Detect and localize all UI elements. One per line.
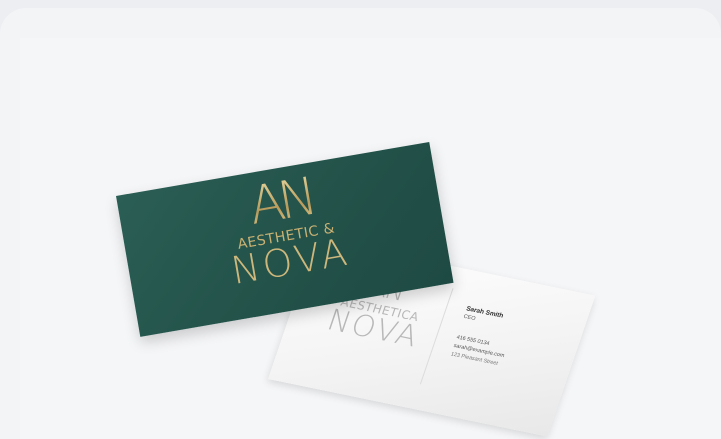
image-frame: AN AESTHETICA NOVA Sarah Smith CEO 416 5…	[20, 38, 721, 439]
page-background: AN AESTHETICA NOVA Sarah Smith CEO 416 5…	[0, 0, 721, 439]
front-card-logo: AN AESTHETIC & NOVA	[212, 165, 358, 293]
contact-details: Sarah Smith CEO 416 555 0134 sarah@examp…	[450, 305, 574, 379]
content-panel: AN AESTHETICA NOVA Sarah Smith CEO 416 5…	[0, 8, 721, 439]
